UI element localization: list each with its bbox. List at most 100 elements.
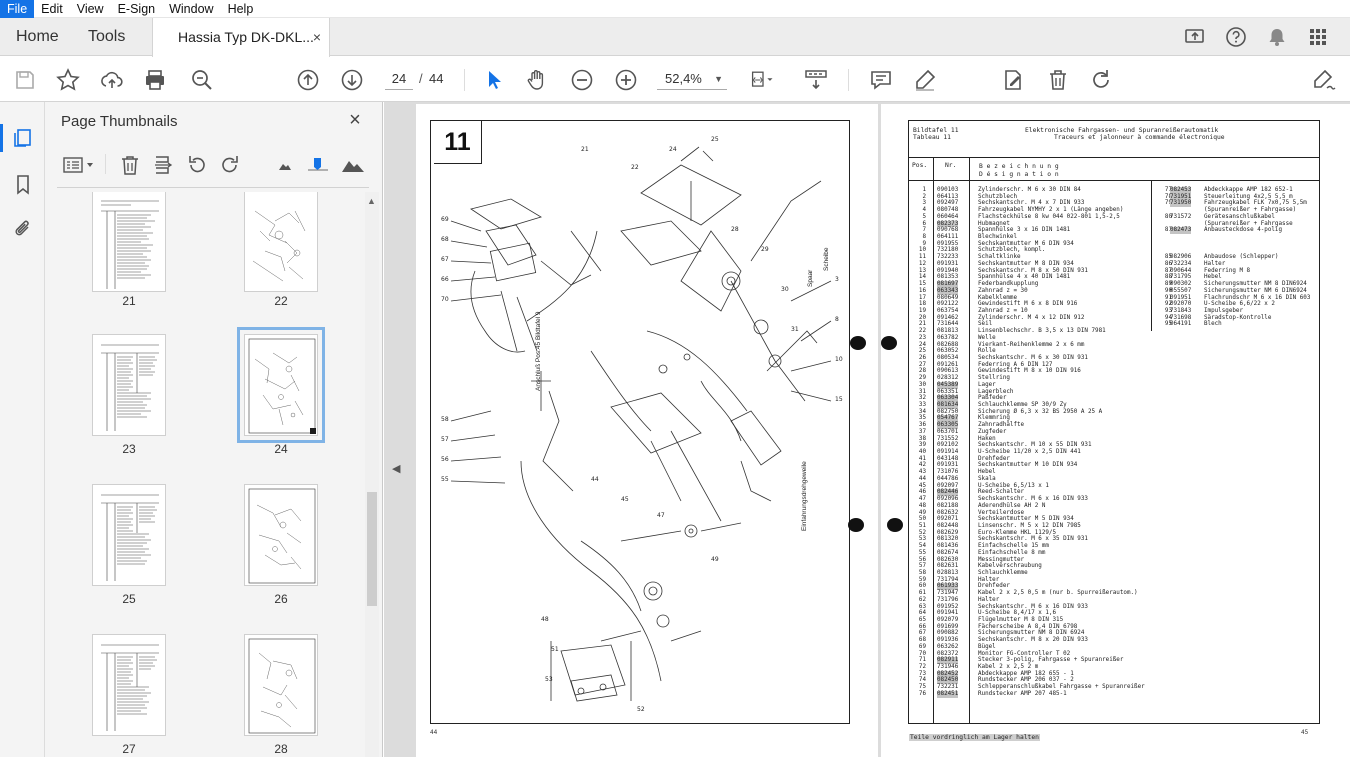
attachments-paperclip-icon[interactable] [11,217,35,241]
print-icon[interactable] [142,67,168,93]
row-part-number: 082906 [1170,254,1192,261]
next-page-icon[interactable] [339,67,365,93]
highlight-pen-icon[interactable] [912,67,938,93]
menu-edit[interactable]: Edit [34,0,70,18]
row-description: Drehfeder [978,583,1010,590]
row-part-number: 082446 [937,489,959,497]
insert-pages-icon[interactable] [150,152,176,178]
edit-pdf-icon[interactable] [1000,67,1026,93]
row-part-number: 092102 [937,442,959,449]
menu-esign[interactable]: E-Sign [111,0,163,18]
hand-tool-icon[interactable] [524,67,550,93]
row-description: Säradstop-Kontrolle [1204,314,1272,321]
row-description: Vierkant-Reihenklemme 2 x 6 mm [978,341,1085,348]
svg-text:51: 51 [551,646,559,653]
apps-grid-icon[interactable] [1307,26,1329,48]
rotate-counterclockwise-icon[interactable] [184,152,210,178]
row-part-number: 080534 [937,354,959,361]
help-icon[interactable] [1225,26,1247,48]
bookmarks-icon[interactable] [11,172,35,196]
thumbnail-page-23[interactable] [92,334,166,436]
scrollbar-thumb[interactable] [367,492,377,606]
sign-pen-icon[interactable] [1311,67,1337,93]
thumbnail-options-icon[interactable] [61,152,97,178]
notification-bell-icon[interactable] [1266,26,1288,48]
row-part-number: 063701 [937,428,959,435]
table-row: 59 731794 Halter [909,577,1319,584]
thumbnail-page-21[interactable] [92,192,166,292]
thumbnail-page-22[interactable] [244,192,318,292]
menu-help[interactable]: Help [221,0,261,18]
current-page-input[interactable]: 24 [385,68,413,90]
tab-tools[interactable]: Tools [88,18,125,56]
table-row: 37 063701 Zugfeder [909,429,1319,436]
delete-trash-icon[interactable] [1045,67,1071,93]
row-part-number: 063052 [937,348,959,355]
row-description: Sechskantschr. M 8 x 20 DIN 933 [978,637,1088,644]
table-row [909,247,1319,254]
comment-icon[interactable] [868,67,894,93]
thumbnail-page-25[interactable] [92,484,166,586]
share-screen-icon[interactable] [1184,26,1206,48]
thumbnail-page-28[interactable] [244,634,318,736]
row-description: U-Scheibe 8,4/17 x 1,6 [978,610,1057,617]
table-row: 28 090613 Gewindestift M 8 x 10 DIN 916 [909,368,1319,375]
row-part-number: 092097 [937,482,959,489]
row-position: 75 [918,684,926,691]
page-thumbnails-icon[interactable] [11,126,35,150]
row-position: 31 [918,388,926,395]
thumbnail-size-slider[interactable] [305,152,331,178]
thumbnail-scrollbar[interactable]: ▲ [365,192,379,757]
row-position: 40 [918,449,926,456]
table-title-fr: Traceurs et jalonneur à commande électro… [1054,134,1225,141]
zoom-level-select[interactable]: 52,4% ▼ [657,68,727,90]
scroll-up-arrow-icon[interactable]: ▲ [367,196,376,206]
row-position: 41 [918,455,926,462]
tab-close-button[interactable]: × [313,18,321,56]
panel-close-button[interactable]: × [345,110,365,130]
figure-number: 11 [434,120,482,164]
svg-text:8: 8 [835,316,839,323]
rotate-clockwise-icon[interactable] [217,152,243,178]
thumbnail-page-26[interactable] [244,484,318,586]
row-part-number: 090302 [1170,281,1192,288]
table-row: 72 731946 Kabel 2 x 2,5 2 m [909,664,1319,671]
thumbnail-size-small-icon[interactable] [272,152,298,178]
row-description: Steuerleitung 4x2,5 5,5 m [1204,193,1293,200]
zoom-in-icon[interactable] [613,67,639,93]
upload-cloud-icon[interactable] [99,67,125,93]
thumbnail-resize-handle[interactable] [310,428,316,434]
table-row: 51 082448 Linsenschr. M 5 x 12 DIN 7985 [909,523,1319,530]
zoom-out-icon[interactable] [569,67,595,93]
thumbnail-page-24[interactable] [237,327,325,443]
select-cursor-icon[interactable] [481,67,507,93]
thumbnail-page-27[interactable] [92,634,166,736]
row-description: Rundstecker AMP 207 485-1 [978,690,1067,697]
main-toolbar: 24 / 44 52,4% ▼ [0,57,1350,102]
svg-text:67: 67 [441,256,449,263]
page-fit-icon[interactable] [750,67,776,93]
scroll-mode-icon[interactable] [804,67,830,93]
row-part-number: 731947 [937,590,959,597]
tab-home[interactable]: Home [16,18,59,56]
menu-file[interactable]: File [0,0,35,18]
collapse-panel-arrow-icon[interactable]: ◀ [392,462,400,475]
row-part-number: 082448 [937,522,959,529]
delete-pages-icon[interactable] [117,152,143,178]
menu-view[interactable]: View [70,0,111,18]
row-part-number: 092079 [937,617,959,623]
redo-rotate-icon[interactable] [1089,67,1115,93]
thumbnail-size-large-icon[interactable] [340,152,366,178]
row-description: Rolle [978,348,996,355]
tab-document[interactable]: Hassia Typ DK-DKL... × [152,18,330,57]
zoom-search-icon[interactable] [189,67,215,93]
bookmark-star-icon[interactable] [55,67,81,93]
row-part-number: 063304 [937,395,959,402]
row-part-number: 082473 [1170,227,1192,235]
previous-page-icon[interactable] [295,67,321,93]
svg-text:69: 69 [441,216,449,223]
menu-window[interactable]: Window [162,0,220,18]
save-icon[interactable] [12,67,38,93]
table-row: 64 091941 U-Scheibe 8,4/17 x 1,6 [909,610,1319,617]
table-row: 71 082911 Stecker 3-polig, Fahrgasse + Spu… [909,657,1319,665]
